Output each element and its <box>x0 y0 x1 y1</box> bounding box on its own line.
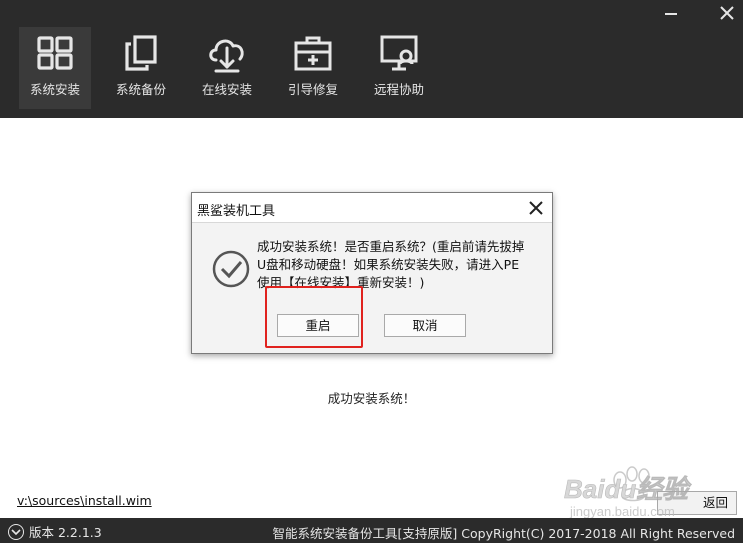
close-icon <box>529 201 543 215</box>
copy-icon <box>125 35 157 71</box>
dialog-message: 成功安装系统！是否重启系统？(重启前请先拔掉 U盘和移动硬盘！如果系统安装失败，… <box>257 238 542 292</box>
status-bar: 版本 2.2.1.3 智能系统安装备份工具[支持原版] CopyRight(C)… <box>0 518 743 543</box>
remote-monitor-icon <box>380 35 418 71</box>
watermark-brand: Baidu经验 <box>564 474 692 504</box>
windows-icon <box>37 36 73 70</box>
restart-dialog: 黑鲨装机工具 成功安装系统！是否重启系统？(重启前请先拔掉 U盘和移动硬盘！如果… <box>191 192 553 354</box>
version-info: 版本 2.2.1.3 <box>8 522 102 541</box>
dialog-titlebar: 黑鲨装机工具 <box>192 193 552 223</box>
cloud-download-icon <box>209 39 244 73</box>
install-status-message: 成功安装系统！ <box>327 391 416 406</box>
tool-boot-repair[interactable]: 引导修复 <box>277 27 349 109</box>
tool-online-install[interactable]: 在线安装 <box>191 27 263 109</box>
tool-label: 远程协助 <box>373 82 424 97</box>
version-text: 版本 2.2.1.3 <box>29 525 102 540</box>
top-toolbar: 系统安装 系统备份 在线安装 引导修复 远程协助 <box>0 0 743 118</box>
dialog-message-line: 成功安装系统！是否重启系统？(重启前请先拔掉 <box>257 239 525 254</box>
toolbox-icon <box>294 36 332 71</box>
tool-system-install[interactable]: 系统安装 <box>19 27 91 109</box>
wim-path-link[interactable]: v:\sources\install.wim <box>17 493 152 508</box>
window-close-button[interactable] <box>716 4 738 22</box>
minimize-button[interactable] <box>660 4 682 22</box>
tool-label: 引导修复 <box>287 82 338 97</box>
dialog-close-button[interactable] <box>527 199 545 217</box>
chevron-down-icon <box>8 523 24 540</box>
copyright-text: 智能系统安装备份工具[支持原版] CopyRight(C) 2017-2018 … <box>272 526 735 541</box>
baidu-watermark: Baidu经验 jingyan.baidu.com <box>564 466 693 518</box>
tool-label: 系统安装 <box>29 82 80 97</box>
cancel-button[interactable]: 取消 <box>384 314 466 337</box>
dialog-message-line: U盘和移动硬盘！如果系统安装失败，请进入PE <box>257 257 520 272</box>
minimize-icon <box>665 13 677 15</box>
watermark-url: jingyan.baidu.com <box>569 504 675 518</box>
close-icon <box>720 6 734 20</box>
annotation-highlight-box <box>265 286 363 348</box>
tool-label: 系统备份 <box>115 82 166 97</box>
tool-remote-assist[interactable]: 远程协助 <box>363 27 435 109</box>
tool-system-backup[interactable]: 系统备份 <box>105 27 177 109</box>
check-circle-icon <box>212 250 250 288</box>
dialog-title: 黑鲨装机工具 <box>197 204 276 219</box>
tool-label: 在线安装 <box>201 82 252 97</box>
